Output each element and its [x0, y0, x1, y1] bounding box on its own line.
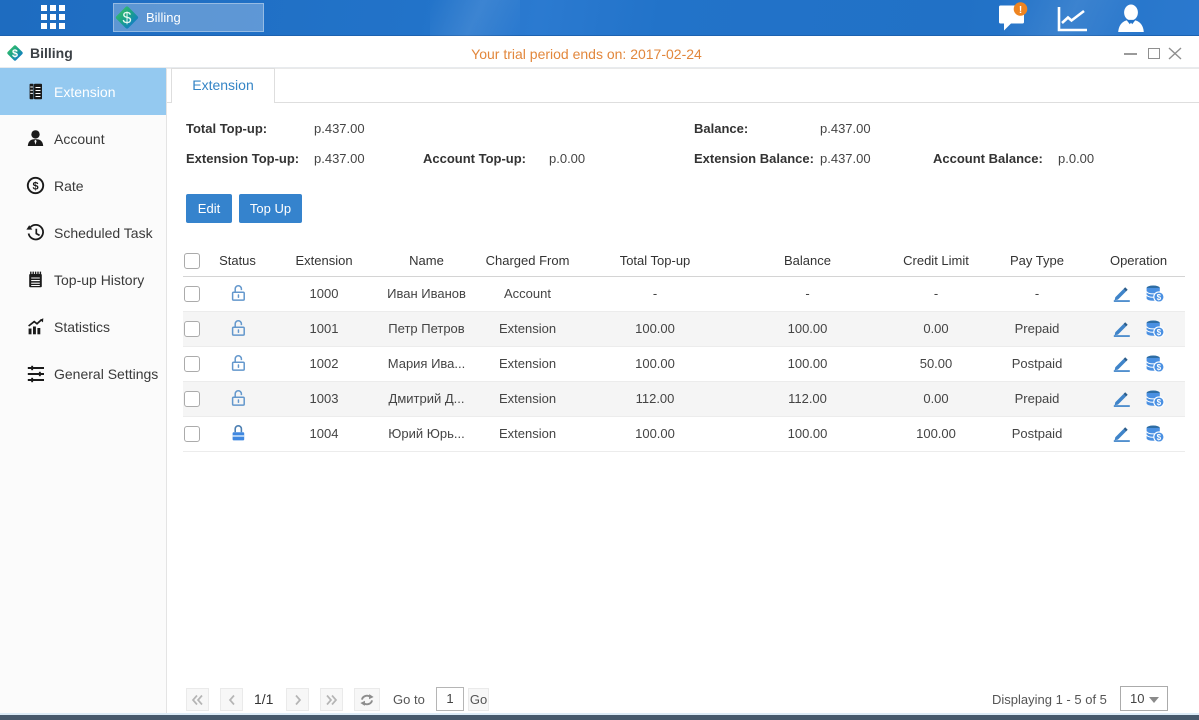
svg-text:$: $	[1157, 293, 1162, 302]
svg-text:$: $	[1157, 433, 1162, 442]
svg-text:$: $	[1157, 328, 1162, 337]
svg-text:$: $	[32, 181, 38, 193]
svg-text:$: $	[1157, 363, 1162, 372]
svg-text:$: $	[123, 10, 132, 27]
svg-text:!: !	[1019, 5, 1022, 16]
svg-text:$: $	[1157, 398, 1162, 407]
